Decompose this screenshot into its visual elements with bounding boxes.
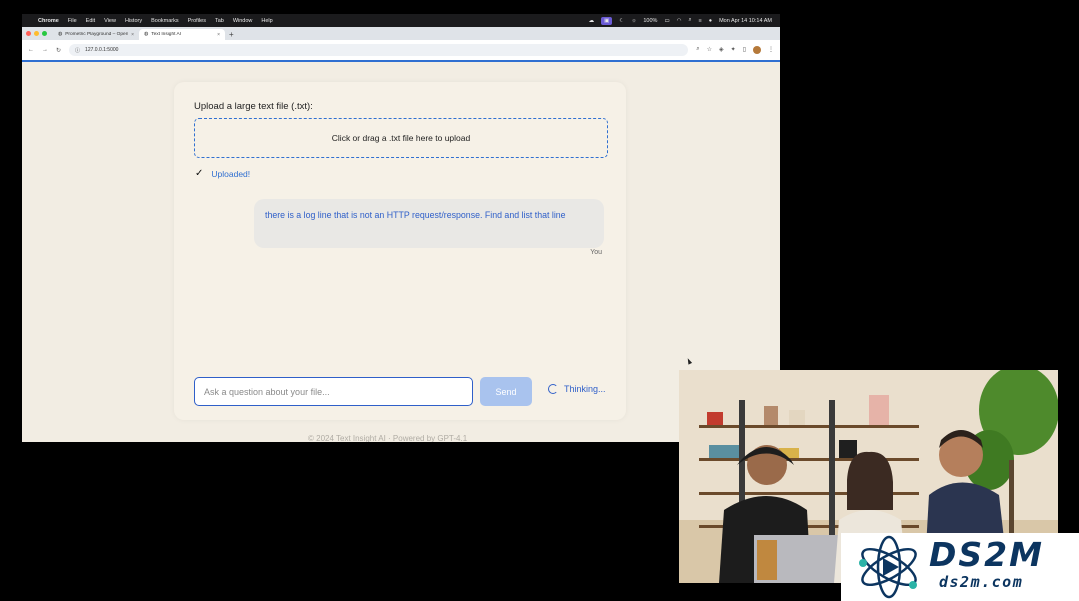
menu-bookmarks[interactable]: Bookmarks	[151, 18, 179, 24]
siri-icon[interactable]: ●	[709, 18, 712, 24]
watermark-brand: DS2M	[929, 535, 1044, 574]
user-message-bubble: there is a log line that is not an HTTP …	[254, 199, 604, 248]
tab-text-insight[interactable]: ◍ Text Insight AI ×	[139, 29, 225, 40]
file-dropzone[interactable]: Click or drag a .txt file here to upload	[194, 118, 608, 158]
toolbar-actions: ⌕ ☆ ◈ ✦ ▯ ⋮	[696, 46, 774, 54]
profile-avatar[interactable]	[753, 46, 761, 54]
upload-label: Upload a large text file (.txt):	[194, 101, 313, 112]
close-tab-icon[interactable]: ×	[131, 32, 134, 38]
wifi-icon[interactable]: ◠	[677, 18, 682, 24]
page-footer: © 2024 Text Insight AI · Powered by GPT-…	[308, 434, 468, 442]
address-bar[interactable]: ⓘ 127.0.0.1:5000	[69, 44, 689, 56]
bookmark-star-icon[interactable]: ☆	[707, 46, 712, 54]
search-icon[interactable]: ⌕	[688, 17, 691, 24]
reload-icon[interactable]: ↻	[56, 47, 61, 54]
extension-icon[interactable]: ◈	[719, 46, 724, 54]
openai-favicon-icon: ◍	[58, 32, 63, 37]
thinking-text: Thinking...	[564, 384, 606, 394]
forward-arrow-icon[interactable]: →	[42, 47, 48, 53]
cloud-icon[interactable]: ☁	[589, 18, 595, 24]
question-input[interactable]	[194, 377, 473, 406]
battery-percent: 100%	[643, 17, 658, 24]
checkmark-icon: ✓	[195, 168, 204, 179]
upload-status: ✓ Uploaded!	[195, 168, 250, 179]
menu-view[interactable]: View	[104, 18, 116, 24]
loading-spinner-icon	[548, 384, 558, 394]
sun-icon[interactable]: ☼	[631, 18, 636, 24]
close-window-icon[interactable]	[26, 31, 31, 36]
dropzone-text: Click or drag a .txt file here to upload	[331, 133, 471, 143]
menu-help[interactable]: Help	[261, 18, 272, 24]
ds2m-watermark: DS2M ds2m.com	[841, 533, 1079, 601]
site-info-icon[interactable]: ⓘ	[75, 47, 80, 54]
back-arrow-icon[interactable]: ←	[28, 47, 34, 53]
menu-profiles[interactable]: Profiles	[188, 18, 206, 24]
menu-file[interactable]: File	[68, 18, 77, 24]
menu-tab[interactable]: Tab	[215, 18, 224, 24]
app-card: Upload a large text file (.txt): Click o…	[174, 82, 626, 420]
send-button[interactable]: Send	[480, 377, 532, 406]
minimize-window-icon[interactable]	[34, 31, 39, 36]
zoom-window-icon[interactable]	[42, 31, 47, 36]
tab-strip: ◍ Prometric Playground – OpenAI × ◍ Text…	[22, 27, 780, 40]
new-tab-icon[interactable]: +	[229, 29, 234, 40]
menu-edit[interactable]: Edit	[86, 18, 95, 24]
more-menu-icon[interactable]: ⋮	[768, 46, 774, 54]
screen-record-icon[interactable]: ▣	[601, 16, 613, 25]
browser-toolbar: ← → ↻ ⓘ 127.0.0.1:5000 ⌕ ☆ ◈ ✦ ▯ ⋮	[22, 40, 780, 60]
menubar-clock[interactable]: Mon Apr 14 10:14 AM	[719, 18, 772, 24]
zoom-icon[interactable]: ⌕	[696, 46, 699, 54]
menu-window[interactable]: Window	[233, 18, 253, 24]
puzzle-icon[interactable]: ✦	[731, 46, 736, 54]
message-sender: You	[590, 249, 602, 256]
tab-prometric-playground[interactable]: ◍ Prometric Playground – OpenAI ×	[53, 29, 139, 40]
globe-favicon-icon: ◍	[144, 32, 149, 37]
user-message-text: there is a log line that is not an HTTP …	[265, 210, 566, 220]
battery-icon[interactable]: ▭	[664, 18, 669, 24]
watermark-site: ds2m.com	[939, 573, 1024, 591]
mouse-cursor-icon	[685, 357, 693, 365]
macos-menubar: Chrome File Edit View History Bookmarks …	[22, 14, 780, 27]
url-text: 127.0.0.1:5000	[85, 47, 119, 53]
moon-icon[interactable]: ☾	[619, 18, 624, 24]
sidebar-icon[interactable]: ▯	[743, 46, 746, 54]
window-controls	[26, 27, 47, 40]
browser-window: ◍ Prometric Playground – OpenAI × ◍ Text…	[22, 27, 780, 442]
web-page: Upload a large text file (.txt): Click o…	[22, 62, 780, 442]
thinking-indicator: Thinking...	[548, 384, 606, 394]
menu-app-name[interactable]: Chrome	[38, 18, 59, 24]
control-center-icon[interactable]: ≡	[699, 18, 702, 24]
menu-history[interactable]: History	[125, 18, 142, 24]
close-tab-icon[interactable]: ×	[217, 32, 220, 38]
menubar-status-area: ☁ ▣ ☾ ☼ 100% ▭ ◠ ⌕ ≡ ● Mon Apr 14 10:14 …	[589, 16, 772, 25]
upload-status-text: Uploaded!	[211, 168, 251, 179]
screen: Chrome File Edit View History Bookmarks …	[0, 0, 1079, 601]
atom-logo-icon	[859, 535, 917, 599]
